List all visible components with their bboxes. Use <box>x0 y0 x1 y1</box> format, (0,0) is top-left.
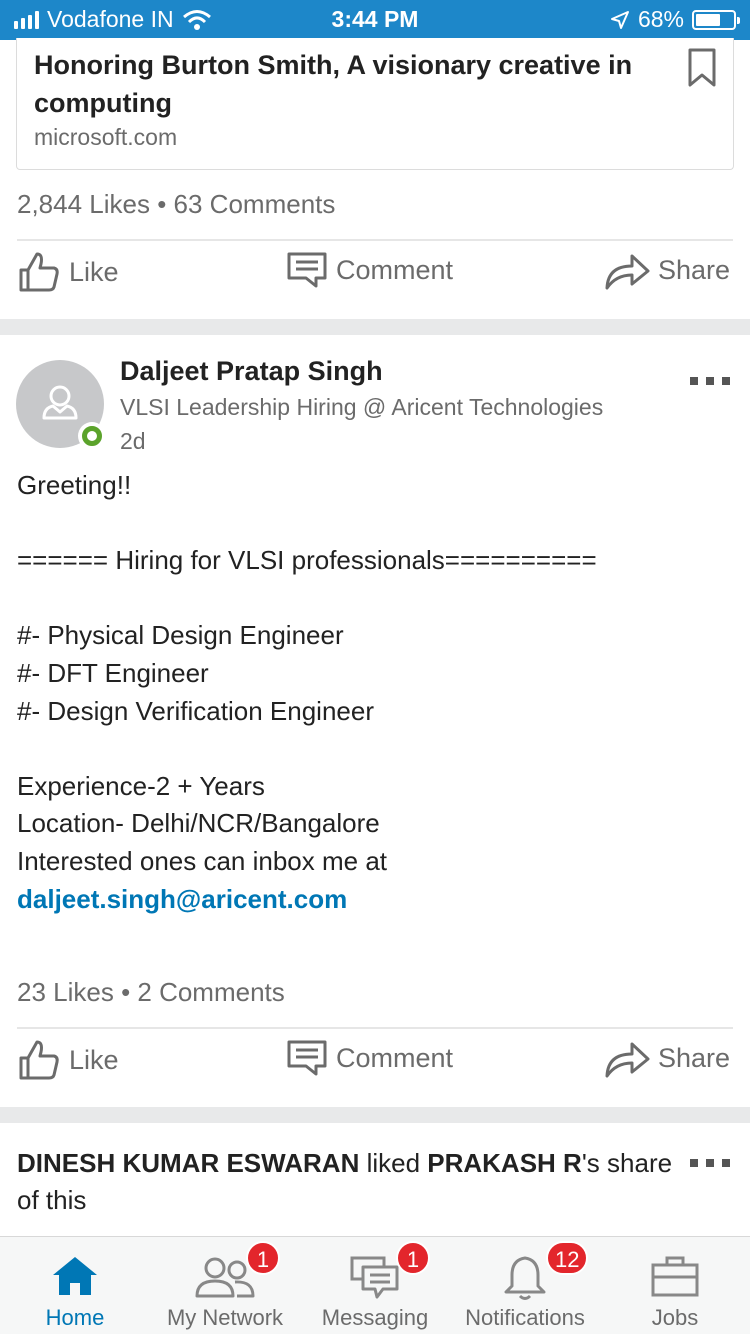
post-line <box>17 730 733 768</box>
divider <box>17 239 733 241</box>
nav-messaging-badge: 1 <box>396 1241 430 1275</box>
comment-button[interactable]: Comment <box>286 250 453 290</box>
nav-notifications-label: Notifications <box>465 1305 585 1330</box>
share-arrow-icon <box>605 254 650 290</box>
post-line: ====== Hiring for VLSI professionals====… <box>17 545 597 576</box>
battery-icon <box>692 9 740 30</box>
comment-icon <box>287 252 327 288</box>
online-status-indicator <box>78 422 106 450</box>
messaging-icon <box>350 1256 399 1299</box>
comment-label: Comment <box>336 1042 454 1073</box>
location-arrow-icon <box>610 10 629 29</box>
post-line: Location- Delhi/NCR/Bangalore <box>17 808 380 839</box>
post-timestamp: 2d <box>120 428 146 454</box>
post-line: #- Design Verification Engineer <box>17 695 374 726</box>
thumbs-up-icon <box>19 252 59 292</box>
post-line <box>17 505 733 543</box>
post-line: #- Physical Design Engineer <box>17 620 344 651</box>
comment-icon <box>287 1040 327 1076</box>
post-body: Greeting!! ====== Hiring for VLSI profes… <box>17 467 733 918</box>
author-headline: VLSI Leadership Hiring @ Aricent Technol… <box>120 394 604 420</box>
post-more-options-icon[interactable] <box>690 374 730 388</box>
like-button[interactable]: Like <box>17 250 119 294</box>
home-icon <box>53 1257 97 1295</box>
post-line: Interested ones can inbox me at <box>17 845 388 876</box>
article-source: microsoft.com <box>34 124 178 150</box>
post-line <box>17 580 733 618</box>
status-bar: Vodafone IN 3:44 PM 68% <box>0 0 750 40</box>
nav-home[interactable]: Home <box>0 1237 150 1334</box>
bottom-navigation: Home 1 My Network 1 Messaging 12 Notific… <box>0 1236 750 1334</box>
post-likes-comments[interactable]: 23 Likes • 2 Comments <box>17 977 285 1008</box>
nav-my-network-badge: 1 <box>246 1241 280 1275</box>
nav-notifications[interactable]: 12 Notifications <box>450 1237 600 1334</box>
briefcase-icon <box>651 1256 699 1297</box>
post-line: Greeting!! <box>17 470 132 500</box>
activity-subject[interactable]: PRAKASH R <box>427 1148 582 1178</box>
activity-verb: liked <box>359 1148 428 1178</box>
like-label: Like <box>69 1044 119 1075</box>
post-line: Experience-2 + Years <box>17 770 265 801</box>
battery-percent: 68% <box>637 6 684 32</box>
article-action-bar: Like Comment Share <box>0 250 750 310</box>
comment-button[interactable]: Comment <box>286 1038 453 1078</box>
share-button[interactable]: Share <box>604 1038 730 1078</box>
nav-my-network[interactable]: 1 My Network <box>150 1237 300 1334</box>
share-button[interactable]: Share <box>604 250 730 290</box>
nav-jobs-label: Jobs <box>651 1305 699 1330</box>
article-likes-comments[interactable]: 2,844 Likes • 63 Comments <box>17 189 335 220</box>
nav-messaging-label: Messaging <box>321 1305 429 1330</box>
shared-article-card[interactable]: Honoring Burton Smith, A visionary creat… <box>16 38 734 170</box>
comment-label: Comment <box>336 254 454 285</box>
nav-home-label: Home <box>45 1305 105 1330</box>
activity-more-options-icon[interactable] <box>690 1156 730 1170</box>
bell-icon <box>504 1256 546 1300</box>
divider <box>17 1027 733 1029</box>
post-line: #- DFT Engineer <box>17 657 209 688</box>
activity-header: DINESH KUMAR ESWARAN liked PRAKASH R's s… <box>17 1145 677 1219</box>
email-link[interactable]: daljeet.singh@aricent.com <box>17 881 733 919</box>
status-right: 68% <box>610 6 740 33</box>
share-arrow-icon <box>605 1042 650 1078</box>
feed-separator <box>0 319 750 335</box>
activity-actor[interactable]: DINESH KUMAR ESWARAN <box>17 1148 359 1178</box>
article-title[interactable]: Honoring Burton Smith, A visionary creat… <box>34 46 654 122</box>
bookmark-icon[interactable] <box>687 48 717 88</box>
nav-messaging[interactable]: 1 Messaging <box>300 1237 450 1334</box>
nav-my-network-label: My Network <box>166 1305 284 1330</box>
share-label: Share <box>658 1042 731 1073</box>
post-action-bar: Like Comment Share <box>0 1038 750 1098</box>
nav-notifications-badge: 12 <box>546 1241 589 1275</box>
like-label: Like <box>69 256 119 287</box>
like-button[interactable]: Like <box>17 1038 119 1082</box>
thumbs-up-icon <box>19 1040 59 1080</box>
nav-jobs[interactable]: Jobs <box>600 1237 750 1334</box>
feed-separator <box>0 1107 750 1123</box>
author-name[interactable]: Daljeet Pratap Singh <box>120 356 383 387</box>
share-label: Share <box>658 254 731 285</box>
